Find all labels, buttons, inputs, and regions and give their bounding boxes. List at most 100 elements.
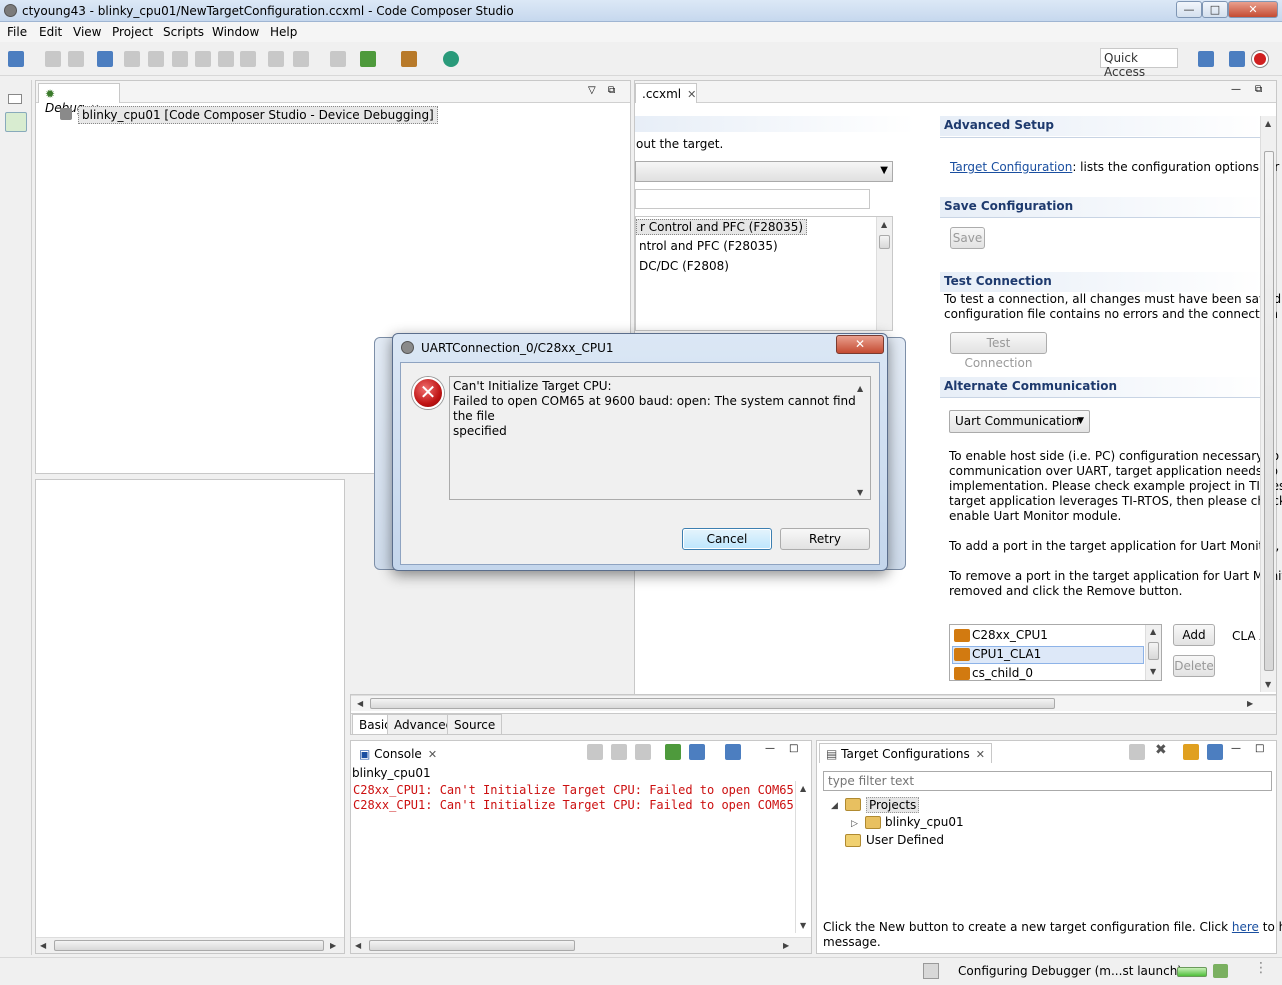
maximize-button[interactable]: □ xyxy=(1202,1,1228,18)
vertical-scrollbar[interactable]: ▲ ▼ xyxy=(1260,116,1276,692)
save-all-icon[interactable] xyxy=(68,51,84,67)
ccs-edit-perspective-icon[interactable] xyxy=(1229,51,1245,67)
scroll-thumb[interactable] xyxy=(54,940,324,951)
pin-console-icon[interactable] xyxy=(665,744,681,760)
step-return-icon[interactable] xyxy=(240,51,256,67)
progress-view-icon[interactable] xyxy=(1213,964,1228,978)
step-over-icon[interactable] xyxy=(218,51,234,67)
error-message[interactable]: Can't Initialize Target CPU: Failed to o… xyxy=(449,376,871,500)
close-icon[interactable]: ✕ xyxy=(976,748,985,761)
save-button[interactable]: Save xyxy=(950,227,985,249)
delete-button[interactable]: Delete xyxy=(1173,655,1215,677)
delete-icon[interactable]: ✖ xyxy=(1155,742,1167,758)
menu-project[interactable]: Project xyxy=(112,25,153,39)
list-item[interactable]: r Control and PFC (F28035) xyxy=(636,219,808,235)
ccs-debug-perspective-icon[interactable] xyxy=(1252,51,1268,67)
collapse-all-icon[interactable] xyxy=(1207,744,1223,760)
clear-console-icon[interactable] xyxy=(587,744,603,760)
vertical-scrollbar[interactable]: ▲ ▼ xyxy=(1145,625,1161,680)
horizontal-scrollbar[interactable]: ◀ ▶ xyxy=(351,937,811,953)
restart-icon[interactable] xyxy=(330,51,346,67)
reset-icon[interactable] xyxy=(293,51,309,67)
filter-input[interactable] xyxy=(823,771,1272,791)
list-item[interactable]: DC/DC (F2808) xyxy=(636,259,732,273)
restore-icon[interactable] xyxy=(8,94,22,104)
retry-button[interactable]: Retry xyxy=(780,528,870,550)
minimize-icon[interactable]: — xyxy=(765,743,775,754)
tab-source[interactable]: Source xyxy=(447,714,503,734)
scroll-thumb[interactable] xyxy=(369,940,575,951)
hide-hint-link[interactable]: here xyxy=(1232,920,1259,934)
horizontal-scrollbar[interactable]: ◀ ▶ xyxy=(36,937,344,953)
word-wrap-icon[interactable] xyxy=(635,744,651,760)
terminate-icon[interactable] xyxy=(172,51,188,67)
horizontal-scrollbar[interactable]: ◀ ▶ xyxy=(351,695,1276,711)
search-icon[interactable] xyxy=(443,51,459,67)
list-item[interactable]: ntrol and PFC (F28035) xyxy=(636,239,781,253)
vertical-scrollbar[interactable]: ▲ xyxy=(876,217,892,330)
quick-access-input[interactable]: Quick Access xyxy=(1100,48,1178,79)
new-target-config-icon[interactable] xyxy=(1129,744,1145,760)
cancel-button[interactable]: Cancel xyxy=(682,528,772,550)
maximize-icon[interactable]: ⧉ xyxy=(608,85,615,96)
close-icon[interactable]: ✕ xyxy=(428,748,437,761)
debug-icon[interactable] xyxy=(360,51,376,67)
open-console-icon[interactable] xyxy=(725,744,741,760)
tree-item-projects[interactable]: Projects xyxy=(866,797,920,813)
view-menu-icon[interactable]: ▽ xyxy=(588,85,596,96)
minimize-icon[interactable]: — xyxy=(1231,743,1241,754)
menu-help[interactable]: Help xyxy=(270,25,297,39)
debug-view-icon[interactable] xyxy=(5,112,27,132)
menu-file[interactable]: File xyxy=(7,25,27,39)
vertical-scrollbar[interactable]: ▲ ▼ xyxy=(795,781,811,933)
close-icon[interactable]: ✕ xyxy=(687,88,696,101)
minimize-icon[interactable]: — xyxy=(1231,84,1241,95)
list-item[interactable]: cs_child_0 xyxy=(954,666,1033,680)
scroll-thumb[interactable] xyxy=(370,698,1055,709)
maximize-icon[interactable]: □ xyxy=(789,743,798,754)
maximize-icon[interactable]: ⧉ xyxy=(1255,84,1262,95)
scroll-thumb[interactable] xyxy=(1264,151,1274,671)
scroll-down-icon[interactable]: ▼ xyxy=(857,485,863,500)
build-hammer-icon[interactable] xyxy=(401,51,417,67)
scroll-lock-icon[interactable] xyxy=(611,744,627,760)
refresh-icon[interactable] xyxy=(1183,744,1199,760)
tab-ccxml[interactable]: .ccxml ✕ xyxy=(635,83,697,103)
minimize-button[interactable]: — xyxy=(1176,1,1202,18)
test-connection-button[interactable]: Test Connection xyxy=(950,332,1047,370)
scroll-up-icon[interactable]: ▲ xyxy=(857,381,863,396)
board-filter-input[interactable] xyxy=(635,189,870,209)
expand-arrow-icon[interactable]: ◢ xyxy=(831,801,838,811)
tree-item-project[interactable]: blinky_cpu01 xyxy=(885,815,964,829)
menu-scripts[interactable]: Scripts xyxy=(163,25,204,39)
tree-item-user-defined[interactable]: User Defined xyxy=(866,833,944,847)
connection-select[interactable]: ▼ xyxy=(635,161,893,182)
target-configuration-link[interactable]: Target Configuration xyxy=(950,160,1072,174)
step-into-icon[interactable] xyxy=(195,51,211,67)
suspend-icon[interactable] xyxy=(148,51,164,67)
menu-edit[interactable]: Edit xyxy=(39,25,62,39)
add-button[interactable]: Add xyxy=(1173,624,1215,646)
tab-debug[interactable]: ✹ Debug✕ xyxy=(38,83,120,115)
open-perspective-icon[interactable] xyxy=(1198,51,1214,67)
debug-session-item[interactable]: blinky_cpu01 [Code Composer Studio - Dev… xyxy=(78,106,438,124)
maximize-icon[interactable]: □ xyxy=(1255,743,1264,754)
menu-window[interactable]: Window xyxy=(212,25,259,39)
tab-target-configurations[interactable]: ▤ Target Configurations ✕ xyxy=(819,743,992,763)
close-button[interactable]: ✕ xyxy=(1228,1,1278,18)
new-icon[interactable] xyxy=(8,51,24,67)
dialog-close-button[interactable]: ✕ xyxy=(836,335,884,354)
resume-icon[interactable] xyxy=(124,51,140,67)
scroll-thumb[interactable] xyxy=(1148,642,1159,660)
uart-communication-select[interactable]: Uart Communication ▼ xyxy=(949,410,1090,433)
debug-perspective-icon[interactable] xyxy=(97,51,113,67)
collapse-arrow-icon[interactable]: ▷ xyxy=(851,819,858,829)
list-item[interactable]: C28xx_CPU1 xyxy=(954,628,1048,642)
tab-console[interactable]: ▣ Console ✕ xyxy=(352,743,445,763)
display-console-icon[interactable] xyxy=(689,744,705,760)
save-icon[interactable] xyxy=(45,51,61,67)
scroll-thumb[interactable] xyxy=(879,235,890,249)
menu-view[interactable]: View xyxy=(73,25,101,39)
list-item[interactable]: CPU1_CLA1 xyxy=(954,647,1041,661)
connect-icon[interactable] xyxy=(268,51,284,67)
